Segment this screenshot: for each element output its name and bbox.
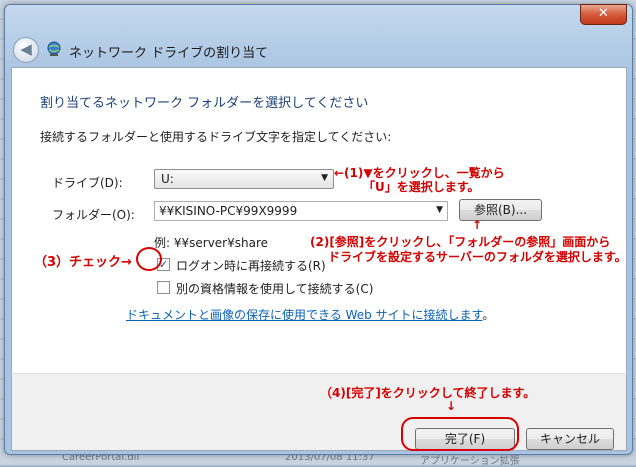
annotation-drive-step1-line2: 「U」を選択します。 <box>363 180 480 194</box>
annotation-checkbox-ring <box>136 247 162 271</box>
folder-input[interactable]: ¥¥KISINO-PC¥99X9999 ▼ <box>154 201 448 221</box>
annotation-check-step3: （3）チェック→ <box>34 255 132 270</box>
back-arrow-icon: ◀ <box>20 40 32 58</box>
annotation-finish-ring <box>401 417 519 451</box>
cancel-button[interactable]: キャンセル <box>526 428 614 450</box>
dialog-content: 割り当てるネットワーク フォルダーを選択してください 接続するフォルダーと使用す… <box>11 67 627 375</box>
credentials-label[interactable]: 別の資格情報を使用して接続する(C) <box>176 280 373 297</box>
annotation-finish-arrow: ↓ <box>446 399 457 413</box>
folder-input-value: ¥¥KISINO-PC¥99X9999 <box>159 204 298 218</box>
credentials-checkbox[interactable] <box>157 281 170 294</box>
drive-select[interactable]: U: ▼ <box>154 169 334 189</box>
map-network-drive-dialog: ✕ ◀ ネットワーク ドライブの割り当て 割り当てるネットワーク フォルダーを選… <box>4 4 633 455</box>
example-text: 例: ¥¥server¥share <box>154 236 269 250</box>
drive-label: ドライブ(D): <box>52 176 123 190</box>
web-site-link-text[interactable]: ドキュメントと画像の保存に使用できる Web サイトに接続します <box>126 308 482 322</box>
chevron-down-icon[interactable]: ▼ <box>436 205 443 215</box>
window-title: ネットワーク ドライブの割り当て <box>69 46 269 61</box>
network-drive-icon <box>47 41 61 56</box>
annotation-browse-arrow: ↑ <box>472 218 483 232</box>
annotation-finish-step4: （4)[完了]をクリックして終了します。 <box>320 386 536 400</box>
chevron-down-icon[interactable]: ▼ <box>321 173 328 183</box>
close-button[interactable]: ✕ <box>580 4 627 25</box>
instruction-text: 接続するフォルダーと使用するドライブ文字を指定してください: <box>40 130 392 144</box>
drive-select-value: U: <box>161 172 174 186</box>
link-suffix: 。 <box>482 308 495 322</box>
web-site-link[interactable]: ドキュメントと画像の保存に使用できる Web サイトに接続します。 <box>126 306 494 323</box>
back-button[interactable]: ◀ <box>13 37 39 63</box>
annotation-browse-step2-line2: ドライブを設定するサーバーのフォルダを選択します。 <box>328 250 627 264</box>
folder-label: フォルダー(O): <box>52 208 135 222</box>
page-heading: 割り当てるネットワーク フォルダーを選択してください <box>40 96 369 111</box>
reconnect-label[interactable]: ログオン時に再接続する(R) <box>176 257 326 274</box>
